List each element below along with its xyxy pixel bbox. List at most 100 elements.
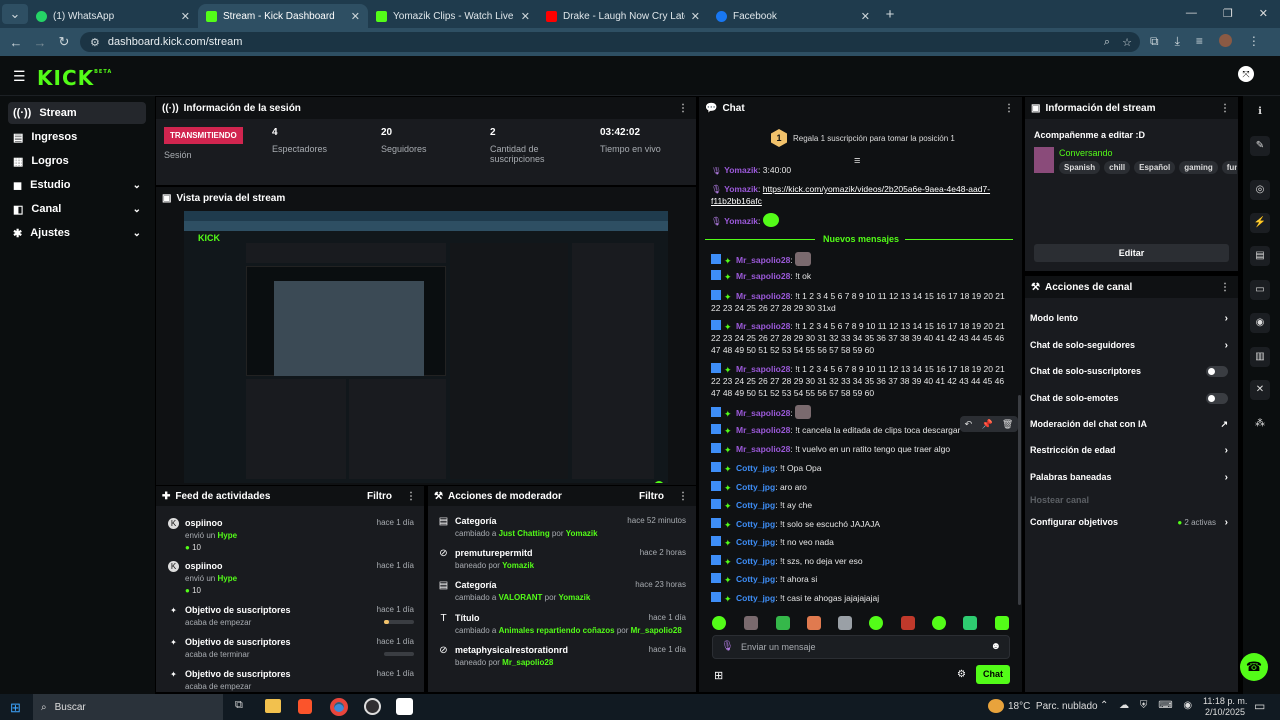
site-info-icon[interactable]: ⚙ <box>90 36 100 49</box>
brave-icon[interactable] <box>298 699 312 714</box>
chat-username[interactable]: Mr_sapolio28 <box>736 364 790 374</box>
channel-action-row[interactable]: Configurar objetivos ● 2 activas › <box>1030 512 1232 532</box>
sidebar-item-ingresos[interactable]: ▤ Ingresos <box>8 126 146 148</box>
zoom-icon[interactable]: ⌕ <box>1104 36 1110 49</box>
chat-username[interactable]: Cotty_jpg <box>736 556 775 566</box>
chrome-icon[interactable] <box>330 698 348 716</box>
taskbar-search[interactable]: ⌕ Buscar <box>33 694 223 720</box>
support-chat-icon[interactable]: ☎ <box>1240 653 1268 681</box>
category-name[interactable]: Conversando <box>1059 148 1113 158</box>
emote-item[interactable] <box>869 616 883 630</box>
download-icon[interactable]: ⤓ <box>1175 34 1180 49</box>
filter-button[interactable]: Filtro <box>367 491 392 502</box>
chat-username[interactable]: Cotty_jpg <box>736 537 775 547</box>
emote-item[interactable] <box>995 616 1009 630</box>
mic-icon[interactable]: 🎙 <box>721 641 734 652</box>
reload-icon[interactable]: ↻ <box>52 34 76 50</box>
more-options-icon[interactable]: ⋮ <box>406 491 416 502</box>
close-icon[interactable]: ✕ <box>861 10 870 23</box>
chat-input[interactable]: 🎙 Enviar un mensaje ☻ <box>712 635 1010 659</box>
more-options-icon[interactable]: ⋮ <box>1004 103 1014 114</box>
menu-icon[interactable]: ⋮ <box>1248 34 1260 49</box>
chat-username[interactable]: Cotty_jpg <box>736 482 775 492</box>
flash-icon[interactable]: ⚡ <box>1250 213 1270 233</box>
chat-username[interactable]: Cotty_jpg <box>736 593 775 603</box>
emote-item[interactable] <box>712 616 726 630</box>
chat-username[interactable]: Mr_sapolio28 <box>736 444 790 454</box>
info-icon[interactable]: ℹ <box>1250 102 1270 122</box>
close-icon[interactable]: ✕ <box>691 10 700 23</box>
minimize-icon[interactable]: — <box>1186 7 1197 20</box>
gift-sub-banner[interactable]: 1 Regala 1 suscripción para tomar la pos… <box>771 129 955 147</box>
tab-yomazik-clips[interactable]: Yomazik Clips - Watch Live on ✕ <box>368 4 538 28</box>
hamburger-icon[interactable]: ☰ <box>13 68 26 85</box>
pin-icon[interactable]: 📌 <box>981 419 992 430</box>
more-options-icon[interactable]: ⋮ <box>1220 103 1230 114</box>
emote-item[interactable] <box>807 616 821 630</box>
more-options-icon[interactable]: ⋮ <box>678 103 688 114</box>
channel-action-row[interactable]: Chat de solo-emotes <box>1030 388 1232 408</box>
obs-icon[interactable] <box>364 698 381 715</box>
edit-button[interactable]: Editar <box>1034 244 1229 262</box>
chat-username[interactable]: Mr_sapolio28 <box>736 425 790 435</box>
chat-username[interactable]: Cotty_jpg <box>736 463 775 473</box>
chat-username[interactable]: Cotty_jpg <box>736 574 775 584</box>
chat-settings-icon[interactable]: ⚙ <box>957 669 966 680</box>
pin-toggle-icon[interactable]: ≡ <box>854 155 860 167</box>
user-menu-icon[interactable]: ⤧ <box>1238 66 1254 82</box>
more-options-icon[interactable]: ⋮ <box>1220 282 1230 293</box>
notification-icon[interactable]: ▭ <box>1254 699 1265 713</box>
close-window-icon[interactable]: ✕ <box>1259 7 1268 20</box>
layout-icon[interactable]: ▥ <box>1250 347 1270 367</box>
tab-youtube[interactable]: Drake - Laugh Now Cry Later (C ✕ <box>538 4 708 28</box>
back-icon[interactable]: ← <box>4 35 28 50</box>
emote-item[interactable] <box>744 616 758 630</box>
chat-username[interactable]: Mr_sapolio28 <box>736 271 790 281</box>
emoji-picker-icon[interactable]: ☻ <box>990 641 1001 652</box>
edit-icon[interactable]: ✎ <box>1250 136 1270 156</box>
extensions-icon[interactable]: ⧉ <box>1150 34 1159 49</box>
sidebar-item-estudio[interactable]: ◼ Estudio ⌄ <box>8 174 146 196</box>
chat-username[interactable]: Mr_sapolio28 <box>736 408 790 418</box>
emote-item[interactable] <box>838 616 852 630</box>
weather-text[interactable]: 18°C Parc. nublado <box>1008 701 1098 712</box>
chat-username[interactable]: Yomazik <box>724 184 758 194</box>
close-icon[interactable]: ✕ <box>521 10 530 23</box>
channel-action-row[interactable]: Chat de solo-suscriptores <box>1030 361 1232 381</box>
channel-action-row[interactable]: Chat de solo-seguidores › <box>1030 335 1232 355</box>
new-tab-icon[interactable]: + <box>878 6 902 23</box>
emote-item[interactable] <box>776 616 790 630</box>
connections-icon[interactable]: ⁂ <box>1250 414 1270 434</box>
chat-username[interactable]: Yomazik <box>724 216 758 226</box>
channel-action-row[interactable]: Moderación del chat con IA ↗ <box>1030 414 1232 434</box>
media-icon[interactable]: ≡ <box>1196 34 1203 49</box>
chat-icon[interactable]: ▭ <box>1250 280 1270 300</box>
channel-action-row[interactable]: Restricción de edad › <box>1030 440 1232 460</box>
toggle-switch[interactable] <box>1206 392 1228 404</box>
sidebar-item-canal[interactable]: ◧ Canal ⌄ <box>8 198 146 220</box>
restore-icon[interactable]: ❐ <box>1223 7 1233 20</box>
clock-date[interactable]: 2/10/2025 <box>1205 707 1245 717</box>
task-view-icon[interactable]: ⧉ <box>235 699 243 712</box>
url-bar[interactable]: ⚙ dashboard.kick.com/stream ⌕ ☆ <box>80 32 1140 52</box>
bookmark-star-icon[interactable]: ☆ <box>1122 36 1132 49</box>
filter-button[interactable]: Filtro <box>639 491 664 502</box>
tab-facebook[interactable]: Facebook ✕ <box>708 4 878 28</box>
emote-item[interactable] <box>901 616 915 630</box>
send-chat-button[interactable]: Chat <box>976 665 1010 684</box>
broadcast-icon[interactable]: ◉ <box>1250 313 1270 333</box>
delete-icon[interactable]: 🗑 <box>1002 419 1013 430</box>
chat-username[interactable]: Mr_sapolio28 <box>736 291 790 301</box>
forward-icon[interactable]: → <box>28 35 52 50</box>
clock-time[interactable]: 11:18 p. m. <box>1203 696 1247 706</box>
chat-username[interactable]: Cotty_jpg <box>736 519 775 529</box>
chat-scrollbar[interactable] <box>1018 395 1021 605</box>
channel-action-row[interactable]: Palabras baneadas › <box>1030 467 1232 487</box>
more-options-icon[interactable]: ⋮ <box>678 491 688 502</box>
sidebar-item-stream[interactable]: ((·)) Stream <box>8 102 146 124</box>
sidebar-item-ajustes[interactable]: ✱ Ajustes ⌄ <box>8 222 146 244</box>
tab-search-icon[interactable]: ⌄ <box>2 4 28 24</box>
chat-username[interactable]: Cotty_jpg <box>736 500 775 510</box>
tray-icons[interactable]: ⌃ ☁ ⛨ ⌨ ◉ <box>1100 700 1196 711</box>
chat-username[interactable]: Mr_sapolio28 <box>736 321 790 331</box>
